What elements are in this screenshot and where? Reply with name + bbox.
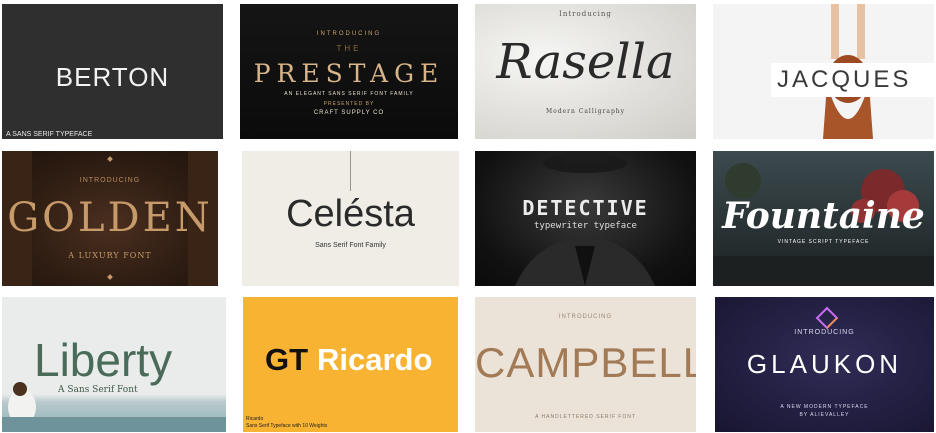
font-subtitle: A SANS SERIF TYPEFACE: [6, 131, 93, 138]
font-card-berton[interactable]: BERTON A SANS SERIF TYPEFACE: [2, 4, 223, 139]
font-card-glaukon[interactable]: INTRODUCING GLAUKON A NEW MODERN TYPEFAC…: [715, 297, 934, 432]
font-subtitle: A LUXURY FONT: [68, 251, 152, 260]
font-card-golden[interactable]: INTRODUCING GOLDEN A LUXURY FONT: [2, 151, 218, 286]
font-name: Ricardo: [246, 416, 264, 422]
font-card-detective[interactable]: DETECTIVE typewriter typeface: [475, 151, 696, 286]
font-title: Ricardo: [317, 342, 433, 377]
font-foundry: CRAFT SUPPLY CO: [313, 110, 385, 116]
font-title: GOLDEN: [7, 195, 213, 241]
font-card-jacques[interactable]: JACQUES: [713, 4, 934, 139]
font-intro: Introducing: [559, 10, 612, 18]
font-title: Liberty: [34, 334, 173, 386]
font-title: GLAUKON: [746, 349, 903, 379]
font-author: BY ALIEVALLEY: [799, 412, 850, 418]
font-subtitle: VINTAGE SCRIPT TYPEFACE: [777, 239, 870, 245]
font-title: CAMPBELL: [475, 339, 696, 386]
font-description: Sans Serif Typeface with 10 Weights: [246, 423, 328, 429]
font-presented-by: PRESENTED BY: [323, 101, 375, 107]
font-title: JACQUES: [777, 66, 912, 93]
font-intro: INTRODUCING: [79, 177, 141, 184]
font-description: A NEW MODERN TYPEFACE: [780, 404, 869, 410]
font-intro: INTRODUCING: [558, 314, 613, 320]
font-title: PRESTAGE: [253, 59, 445, 88]
font-subtitle: Sans Serif Font Family: [315, 242, 386, 249]
font-preview-grid: BERTON A SANS SERIF TYPEFACE INTRODUCING…: [0, 0, 936, 433]
font-subtitle: typewriter typeface: [534, 221, 637, 231]
font-intro: INTRODUCING: [794, 329, 855, 336]
font-card-liberty[interactable]: Liberty A Sans Serif Font: [2, 297, 226, 432]
font-card-campbell[interactable]: INTRODUCING CAMPBELL A HANDLETTERED SERI…: [475, 297, 696, 432]
divider-line: [350, 151, 351, 191]
diamond-logo-icon: [815, 306, 839, 330]
font-description: AN ELEGANT SANS SERIF FONT FAMILY: [284, 91, 414, 97]
font-title: BERTON: [55, 62, 170, 92]
font-title-prefix: GT: [265, 342, 309, 377]
font-title: Celésta: [286, 193, 415, 235]
font-card-rasella[interactable]: Introducing Rasella Modern Calligraphy: [475, 4, 696, 139]
font-subtitle: A HANDLETTERED SERIF FONT: [535, 414, 636, 420]
font-subtitle: Modern Calligraphy: [545, 108, 626, 115]
font-subtitle: A Sans Serif Font: [58, 385, 138, 395]
font-card-celesta[interactable]: Celésta Sans Serif Font Family: [242, 151, 459, 286]
font-title: DETECTIVE: [522, 196, 649, 220]
font-card-gt-ricardo[interactable]: GT Ricardo Ricardo Sans Serif Typeface w…: [243, 297, 458, 432]
font-title: Fountaine: [722, 195, 925, 237]
font-card-fountaine[interactable]: Fountaine VINTAGE SCRIPT TYPEFACE: [713, 151, 934, 286]
font-card-prestage[interactable]: INTRODUCING THE PRESTAGE AN ELEGANT SANS…: [240, 4, 458, 139]
font-title: Rasella: [496, 34, 675, 90]
font-intro: INTRODUCING: [316, 31, 382, 37]
font-article: THE: [336, 44, 362, 53]
